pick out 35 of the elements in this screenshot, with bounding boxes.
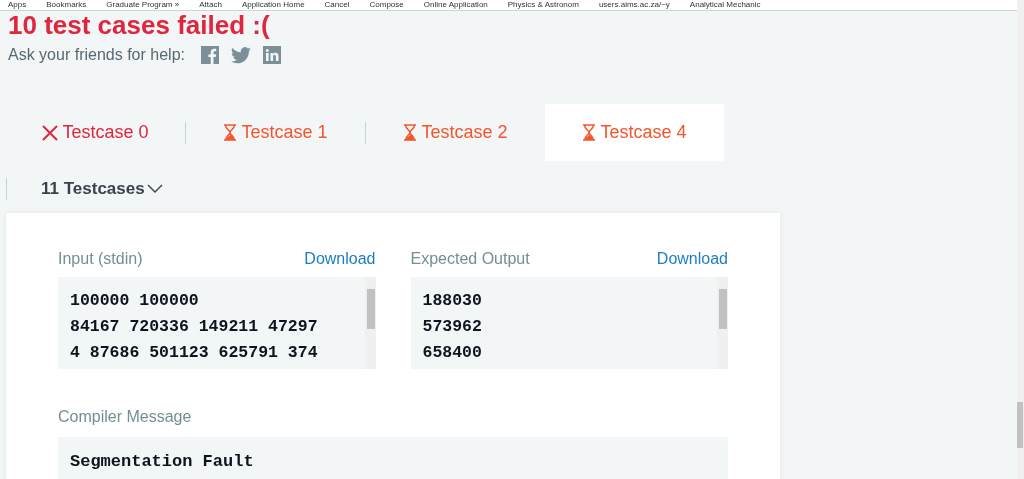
download-link[interactable]: Download [656,247,728,271]
bookmark-item[interactable]: Physics & Astronom [507,0,579,10]
bookmark-item[interactable]: Bookmarks [46,0,87,10]
hourglass-icon [403,124,418,141]
result-heading: 10 test cases failed :( [8,11,271,39]
bookmark-item[interactable]: Attach [199,0,222,10]
panel-title: Expected Output [410,249,530,269]
code-line: 84167 720336 149211 47297 [70,316,319,337]
compiler-message-text: Segmentation Fault [70,452,254,471]
chevron-down-icon [146,184,163,194]
hourglass-icon [223,124,238,141]
bookmark-item[interactable]: Application Home [241,0,305,10]
testcase-tab[interactable]: Testcase 0 [6,104,185,161]
bookmark-item[interactable]: Apps [8,0,27,10]
bookmark-item[interactable]: Analytical Mechanic [689,0,761,10]
bookmark-item[interactable]: Online Application [423,0,488,10]
facebook-icon[interactable] [200,46,219,64]
hourglass-icon [582,124,597,141]
download-link[interactable]: Download [304,247,376,271]
bird-icon[interactable] [230,46,251,64]
code-line: 100000 100000 [70,290,200,311]
code-line: 4 87686 501123 625791 374 [70,342,319,363]
compiler-message-label: Compiler Message [58,407,193,427]
bookmark-item[interactable]: Graduate Program » [106,0,180,10]
code-line: 188030 [422,290,483,311]
share-label: Ask your friends for help: [8,45,185,65]
panel-title: Input (stdin) [58,249,143,269]
code-line: 573962 [422,316,483,337]
bookmark-item[interactable]: users.aims.ac.za/~y [598,0,670,10]
code-line: 658400 [422,342,483,363]
testcase-dropdown[interactable]: 11 Testcases [41,176,163,202]
linkedin-icon[interactable] [262,46,281,64]
bookmark-item[interactable]: Compose [369,0,404,10]
bookmark-item[interactable]: Cancel [324,0,350,10]
cross-icon [42,124,59,141]
